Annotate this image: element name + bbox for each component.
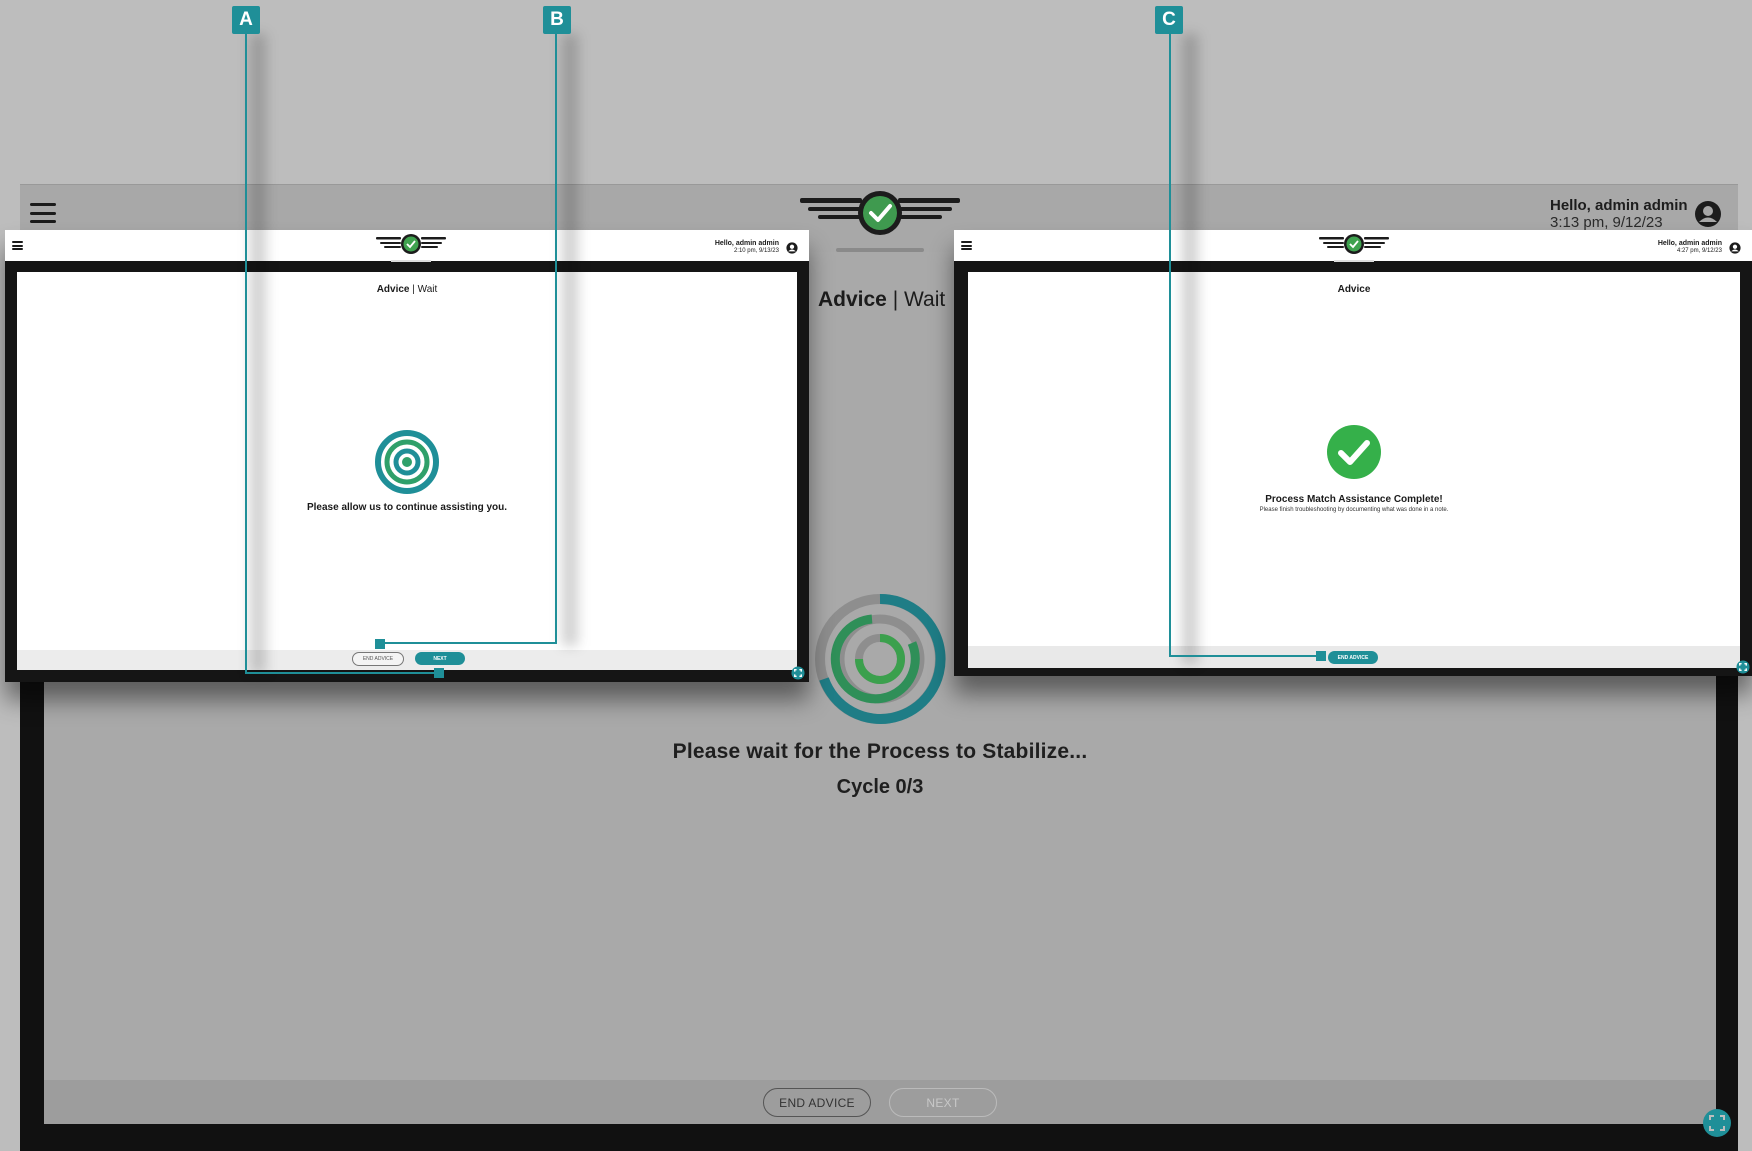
callout-a-line <box>245 672 439 674</box>
logo-wings-check-icon <box>371 230 451 262</box>
callout-c-line <box>1169 30 1171 657</box>
callout-b-line <box>555 30 557 644</box>
callout-shadow <box>250 34 266 674</box>
callout-badge-b: B <box>543 6 571 34</box>
user-account-icon[interactable] <box>1694 200 1722 228</box>
next-button[interactable]: NEXT <box>415 652 465 665</box>
window-body: Advice Process Match Assistance Complete… <box>968 272 1740 668</box>
callout-c-line <box>1169 655 1317 657</box>
greeting-text: Hello, admin admin <box>1657 240 1722 247</box>
hamburger-menu-icon[interactable] <box>30 203 56 223</box>
window-footer <box>17 650 797 670</box>
expand-icon[interactable] <box>791 666 805 680</box>
expand-icon[interactable] <box>1736 660 1750 674</box>
end-advice-button[interactable]: END ADVICE <box>1328 651 1378 664</box>
hamburger-menu-icon[interactable] <box>12 241 23 250</box>
end-advice-button[interactable]: END ADVICE <box>763 1088 871 1117</box>
callout-a-line <box>245 30 247 674</box>
callout-badge-c: C <box>1155 6 1183 34</box>
cycle-counter: Cycle 0/3 <box>836 776 924 798</box>
target-rings-icon <box>375 430 439 494</box>
main-footer <box>44 1080 1716 1124</box>
window-body: Advice | Wait Please allow us to continu… <box>17 272 797 670</box>
progress-ring-icon <box>815 593 946 724</box>
callout-b-marker <box>375 639 385 649</box>
timestamp-text: 2:10 pm, 9/13/23 <box>733 248 779 254</box>
user-account-icon[interactable] <box>1729 242 1741 254</box>
complete-subtext: Please finish troubleshooting by documen… <box>1259 507 1449 513</box>
logo-wings-check-icon <box>800 191 960 252</box>
screenshot-window-complete: Hello, admin admin 4:27 pm, 9/12/23 Advi… <box>954 230 1752 676</box>
page-title: Advice | Wait <box>818 288 946 311</box>
hamburger-menu-icon[interactable] <box>961 241 972 250</box>
complete-heading: Process Match Assistance Complete! <box>1265 494 1443 505</box>
next-button[interactable]: NEXT <box>889 1088 997 1117</box>
greeting-text: Hello, admin admin <box>714 240 779 247</box>
wait-message: Please wait for the Process to Stabilize… <box>672 740 1088 763</box>
callout-shadow <box>1182 34 1198 664</box>
end-advice-button[interactable]: END ADVICE <box>352 652 404 666</box>
window-header: Hello, admin admin 2:10 pm, 9/13/23 <box>5 230 809 262</box>
callout-b-line <box>380 642 557 644</box>
callout-c-marker <box>1316 651 1326 661</box>
window-header: Hello, admin admin 4:27 pm, 9/12/23 <box>954 230 1752 262</box>
callout-shadow <box>562 34 578 646</box>
screenshot-window-wait: Hello, admin admin 2:10 pm, 9/13/23 Advi… <box>5 230 809 682</box>
callout-badge-a: A <box>232 6 260 34</box>
user-account-icon[interactable] <box>786 242 798 254</box>
page-title: Advice <box>1337 284 1371 295</box>
logo-wings-check-icon <box>1314 230 1394 262</box>
greeting-text: Hello, admin admin <box>1550 197 1688 214</box>
timestamp-text: 4:27 pm, 9/12/23 <box>1676 248 1722 254</box>
assist-message: Please allow us to continue assisting yo… <box>306 502 508 513</box>
expand-icon[interactable] <box>1702 1108 1732 1138</box>
page-title: Advice | Wait <box>376 284 438 295</box>
check-circle-icon <box>1327 425 1381 479</box>
callout-a-marker <box>434 668 444 678</box>
timestamp-text: 3:13 pm, 9/12/23 <box>1550 214 1663 231</box>
